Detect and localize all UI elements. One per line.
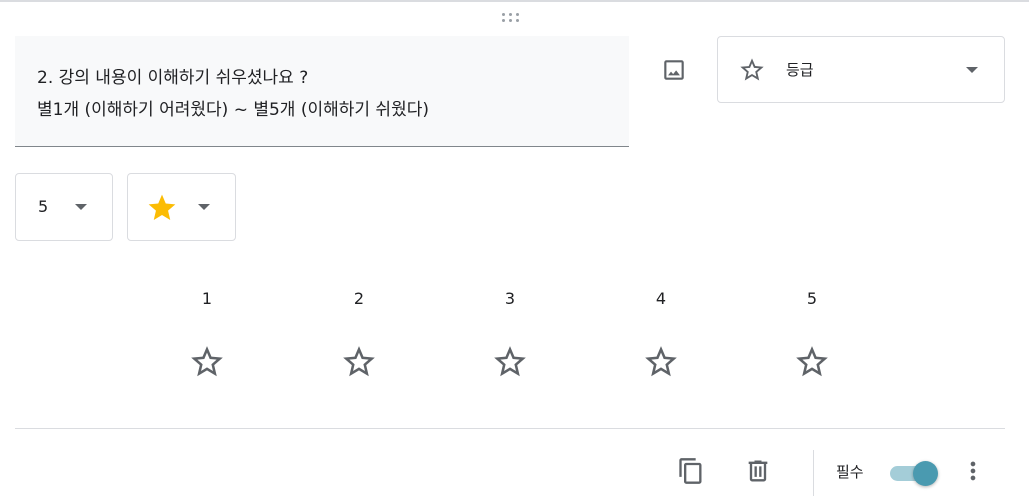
toggle-thumb [913, 461, 938, 486]
duplicate-button[interactable] [673, 453, 709, 489]
rating-scale-number: 5 [806, 289, 818, 308]
rating-scale-number: 2 [353, 289, 365, 308]
rating-shape-dropdown[interactable] [127, 173, 236, 241]
required-label: 필수 [836, 463, 864, 481]
star-filled-icon [148, 194, 176, 220]
rating-count-dropdown[interactable]: 5 [15, 173, 113, 241]
footer-vertical-divider [813, 450, 814, 496]
star-outline-icon [796, 346, 828, 377]
star-outline-icon [343, 346, 375, 377]
rating-count-value: 5 [38, 197, 49, 216]
footer-divider [15, 428, 1005, 429]
rating-scale-number: 4 [655, 289, 667, 308]
star-outline-icon [494, 346, 526, 377]
star-outline-icon [191, 346, 223, 377]
trash-icon [748, 460, 768, 482]
copy-icon [679, 458, 702, 484]
more-options-button[interactable] [955, 453, 991, 489]
star-outline-icon [740, 58, 764, 81]
top-border [0, 0, 1029, 2]
question-title-field[interactable]: 2. 강의 내용이 이해하기 쉬우셨나요 ? 별1개 (이해하기 어려웠다) ~… [15, 36, 629, 147]
required-toggle[interactable] [888, 459, 940, 487]
drag-handle-icon[interactable] [500, 12, 522, 24]
chevron-down-icon [75, 204, 87, 210]
rating-scale-number: 1 [201, 289, 213, 308]
image-icon [664, 60, 684, 80]
question-type-label: 등급 [786, 61, 814, 79]
chevron-down-icon [966, 67, 978, 73]
star-outline-icon [645, 346, 677, 377]
delete-button[interactable] [740, 453, 776, 489]
rating-scale-number: 3 [504, 289, 516, 308]
question-text[interactable]: 2. 강의 내용이 이해하기 쉬우셨나요 ? 별1개 (이해하기 어려웠다) ~… [37, 62, 617, 126]
add-image-button[interactable] [656, 52, 692, 88]
chevron-down-icon [198, 204, 210, 210]
question-type-dropdown[interactable]: 등급 [717, 36, 1005, 103]
more-vert-icon [970, 461, 976, 481]
